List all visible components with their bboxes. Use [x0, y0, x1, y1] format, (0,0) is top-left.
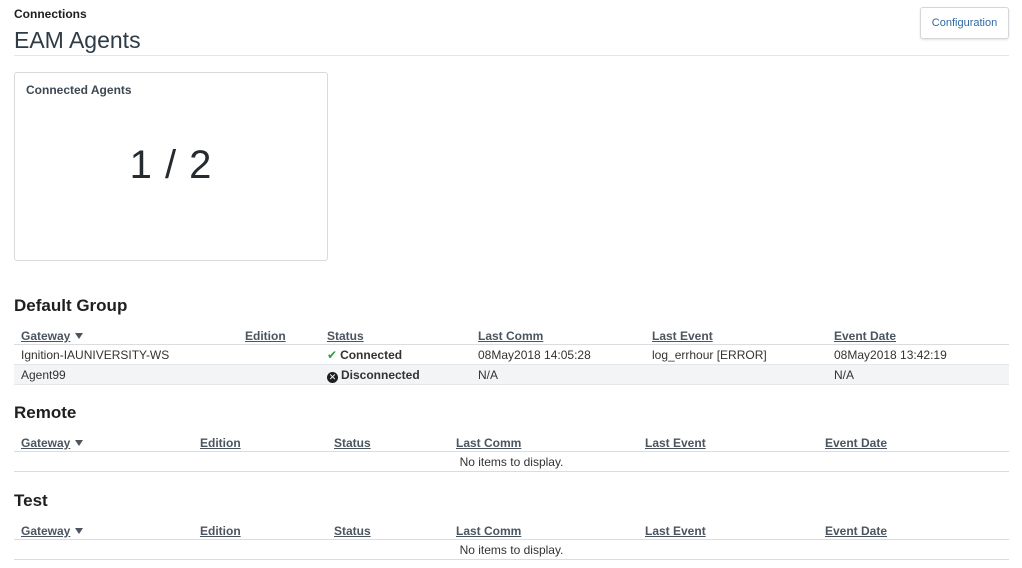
- col-last-comm[interactable]: Last Comm: [456, 524, 521, 538]
- col-event-date[interactable]: Event Date: [834, 329, 896, 343]
- sort-desc-icon: [75, 333, 84, 339]
- connected-agents-card: Connected Agents 1 / 2: [14, 72, 328, 261]
- cell-status: ✔ Connected: [327, 348, 403, 362]
- col-gateway[interactable]: Gateway: [21, 524, 84, 538]
- breadcrumb[interactable]: Connections: [14, 7, 87, 21]
- col-event-date[interactable]: Event Date: [825, 524, 887, 538]
- col-gateway[interactable]: Gateway: [21, 436, 84, 450]
- configuration-button[interactable]: Configuration: [920, 7, 1009, 39]
- col-edition[interactable]: Edition: [245, 329, 286, 343]
- cell-status: ✕ Disconnected: [327, 368, 420, 383]
- sort-desc-icon: [75, 528, 84, 534]
- col-status[interactable]: Status: [327, 329, 364, 343]
- check-icon: ✔: [327, 348, 338, 362]
- page-title: EAM Agents: [14, 27, 141, 53]
- col-last-comm[interactable]: Last Comm: [478, 329, 543, 343]
- grid-header: Gateway Edition Status Last Comm Last Ev…: [14, 431, 1009, 452]
- x-circle-icon: ✕: [327, 372, 338, 383]
- col-status[interactable]: Status: [334, 524, 371, 538]
- empty-message: No items to display.: [14, 540, 1009, 560]
- group-title-test: Test: [14, 491, 48, 510]
- table-row[interactable]: Agent99 ✕ Disconnected N/A N/A: [14, 365, 1009, 385]
- group-title-default: Default Group: [14, 296, 128, 315]
- empty-message: No items to display.: [14, 452, 1009, 472]
- group-title-remote: Remote: [14, 403, 77, 422]
- col-event-date[interactable]: Event Date: [825, 436, 887, 450]
- cell-gateway: Ignition-IAUNIVERSITY-WS: [21, 348, 170, 362]
- grid-header: Gateway Edition Status Last Comm Last Ev…: [14, 519, 1009, 540]
- col-last-event[interactable]: Last Event: [652, 329, 713, 343]
- cell-gateway: Agent99: [21, 368, 66, 382]
- cell-event-date: N/A: [834, 368, 855, 382]
- table-row[interactable]: Ignition-IAUNIVERSITY-WS ✔ Connected 08Ma…: [14, 345, 1009, 365]
- grid-test: Gateway Edition Status Last Comm Last Ev…: [14, 519, 1009, 560]
- col-last-event[interactable]: Last Event: [645, 436, 706, 450]
- col-gateway[interactable]: Gateway: [21, 329, 84, 343]
- grid-default-group: Gateway Edition Status Last Comm Last Ev…: [14, 324, 1009, 385]
- card-title: Connected Agents: [26, 83, 132, 97]
- col-edition[interactable]: Edition: [200, 436, 241, 450]
- cell-last-comm: N/A: [478, 368, 499, 382]
- grid-remote: Gateway Edition Status Last Comm Last Ev…: [14, 431, 1009, 472]
- connected-agents-count: 1 / 2: [129, 143, 213, 187]
- cell-last-comm: 08May2018 14:05:28: [478, 348, 591, 362]
- grid-header: Gateway Edition Status Last Comm Last Ev…: [14, 324, 1009, 345]
- col-status[interactable]: Status: [334, 436, 371, 450]
- cell-last-event: log_errhour [ERROR]: [652, 348, 767, 362]
- header-divider: [14, 55, 1009, 56]
- col-last-comm[interactable]: Last Comm: [456, 436, 521, 450]
- col-edition[interactable]: Edition: [200, 524, 241, 538]
- sort-desc-icon: [75, 440, 84, 446]
- cell-event-date: 08May2018 13:42:19: [834, 348, 947, 362]
- col-last-event[interactable]: Last Event: [645, 524, 706, 538]
